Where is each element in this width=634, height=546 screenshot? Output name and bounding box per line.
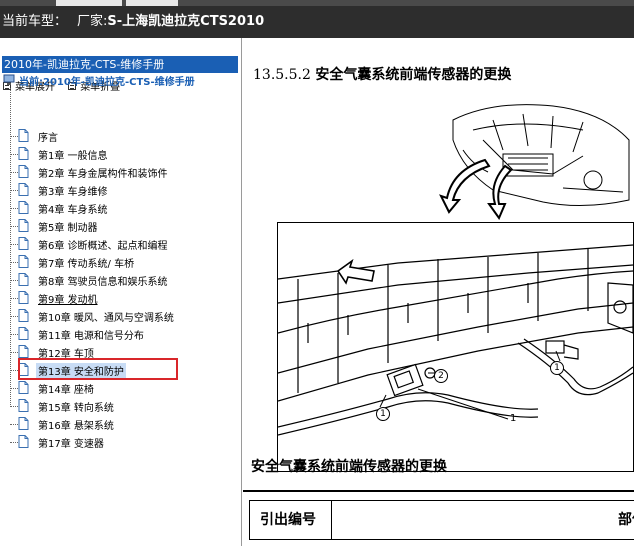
tree-connector xyxy=(10,297,18,299)
section-heading: 13.5.5.2 安全气囊系统前端传感器的更换 xyxy=(253,64,511,84)
tree-item-label: 第9章 发动机 xyxy=(38,294,98,306)
tree-item[interactable]: 第7章 传动系统/ 车桥 xyxy=(10,253,136,271)
tree-connector xyxy=(10,279,18,281)
tree-item-label: 第10章 暖风、通风与空调系统 xyxy=(38,312,174,324)
tree-item-label: 第2章 车身金属构件和装饰件 xyxy=(38,168,168,180)
document-icon xyxy=(18,145,36,164)
document-icon xyxy=(18,433,36,452)
tree-connector xyxy=(10,405,18,407)
tree-connector xyxy=(10,333,18,335)
tree-item-label: 第17章 变速器 xyxy=(38,438,104,450)
tree-item[interactable]: 第9章 发动机 xyxy=(10,289,100,307)
column-header-callout: 引出编号 xyxy=(250,501,332,539)
tree-item-label: 第6章 诊断概述、起点和编程 xyxy=(38,240,168,252)
tree-item[interactable]: 第4章 车身系统 xyxy=(10,199,110,217)
section-title: 安全气囊系统前端传感器的更换 xyxy=(315,67,512,83)
tree-item-label: 第16章 悬架系统 xyxy=(38,420,114,432)
document-icon xyxy=(18,163,36,182)
column-header-component-label: 部件 xyxy=(618,512,634,528)
tree-connector xyxy=(10,207,18,209)
tree-item-label: 序言 xyxy=(38,132,58,144)
vehicle-front-illustration xyxy=(439,104,630,220)
tree-connector xyxy=(10,135,18,137)
tree-connector xyxy=(10,441,18,443)
tree-item-label: 第8章 驾驶员信息和娱乐系统 xyxy=(38,276,168,288)
leader-label: 1 xyxy=(510,413,517,424)
tree-item[interactable]: 第10章 暖风、通风与空调系统 xyxy=(10,307,176,325)
tree-item[interactable]: 第15章 转向系统 xyxy=(10,397,116,415)
column-header-component: 部件 xyxy=(332,501,634,539)
document-icon xyxy=(18,379,36,398)
tree-connector xyxy=(10,189,18,191)
document-icon xyxy=(18,271,36,290)
callout-bubble: 2 xyxy=(434,369,448,383)
computer-icon xyxy=(3,74,15,85)
tab-stub[interactable] xyxy=(126,0,178,6)
document-icon xyxy=(18,289,36,308)
tree-item[interactable]: 第16章 悬架系统 xyxy=(10,415,116,433)
document-icon xyxy=(18,235,36,254)
tree-item[interactable]: 第14章 座椅 xyxy=(10,379,96,397)
tree-root[interactable]: 当前:2010年-凯迪拉克-CTS-维修手册 xyxy=(3,72,195,88)
tree-item-label: 第4章 车身系统 xyxy=(38,204,108,216)
tree-connector xyxy=(10,243,18,245)
document-icon xyxy=(18,199,36,218)
callout-bubble: 1 xyxy=(550,361,564,375)
maker-value: S-上海凯迪拉克CTS2010 xyxy=(107,14,265,29)
tree-item-label: 第7章 传动系统/ 车桥 xyxy=(38,258,135,270)
tree-item[interactable]: 第3章 车身维修 xyxy=(10,181,110,199)
content-panel: 13.5.5.2 安全气囊系统前端传感器的更换 1 2 1 1 安全气囊系统前端… xyxy=(243,38,634,546)
document-icon xyxy=(18,217,36,236)
callout-table-header: 引出编号 部件 xyxy=(249,500,634,540)
vehicle-label: 当前车型： xyxy=(2,14,68,29)
tree-connector xyxy=(10,423,18,425)
tree-item[interactable]: 序言 xyxy=(10,127,60,145)
document-icon xyxy=(18,307,36,326)
tree-connector xyxy=(10,387,18,389)
sensor-replacement-figure: 1 2 1 1 xyxy=(277,222,634,472)
tree-item[interactable]: 第11章 电源和信号分布 xyxy=(10,325,146,343)
document-icon xyxy=(18,415,36,434)
tree-connector xyxy=(10,351,18,353)
document-icon xyxy=(18,127,36,146)
tree-item-label: 第14章 座椅 xyxy=(38,384,94,396)
tree-item[interactable]: 第8章 驾驶员信息和娱乐系统 xyxy=(10,271,170,289)
tree-connector xyxy=(10,261,18,263)
tree-item[interactable]: 第6章 诊断概述、起点和编程 xyxy=(10,235,170,253)
tree-item[interactable]: 第17章 变速器 xyxy=(10,433,106,451)
tree-item-label: 第15章 转向系统 xyxy=(38,402,114,414)
tree-item-label: 第5章 制动器 xyxy=(38,222,98,234)
front-sensor-diagram xyxy=(277,244,634,436)
tree-item-label: 第11章 电源和信号分布 xyxy=(38,330,144,342)
maker-label: 厂家: xyxy=(77,14,108,29)
section-divider xyxy=(243,490,634,492)
tree-root-label: 当前:2010年-凯迪拉克-CTS-维修手册 xyxy=(19,76,195,88)
tab-stub[interactable] xyxy=(56,0,122,6)
current-vehicle-text: 当前车型： 厂家:S-上海凯迪拉克CTS2010 xyxy=(2,10,264,29)
tree-item[interactable]: 第1章 一般信息 xyxy=(10,145,110,163)
tree-item[interactable]: 第5章 制动器 xyxy=(10,217,100,235)
document-icon xyxy=(18,253,36,272)
section-number: 13.5.5.2 xyxy=(253,67,311,83)
tree-item-label: 第1章 一般信息 xyxy=(38,150,108,162)
tree-item[interactable]: 第2章 车身金属构件和装饰件 xyxy=(10,163,170,181)
tree-connector xyxy=(10,225,18,227)
vehicle-header-bar: 当前车型： 厂家:S-上海凯迪拉克CTS2010 xyxy=(0,0,634,38)
document-icon xyxy=(18,181,36,200)
figure-caption: 安全气囊系统前端传感器的更换 xyxy=(251,459,447,475)
document-icon xyxy=(18,325,36,344)
selection-highlight-box xyxy=(18,358,178,380)
document-icon xyxy=(18,397,36,416)
tree-item-label: 第3章 车身维修 xyxy=(38,186,108,198)
tree-connector xyxy=(10,153,18,155)
tree-connector xyxy=(10,315,18,317)
manual-title-bar: 2010年-凯迪拉克-CTS-维修手册 xyxy=(2,56,238,73)
tree-connector xyxy=(10,171,18,173)
tree-connector xyxy=(10,369,18,371)
callout-bubble: 1 xyxy=(376,407,390,421)
